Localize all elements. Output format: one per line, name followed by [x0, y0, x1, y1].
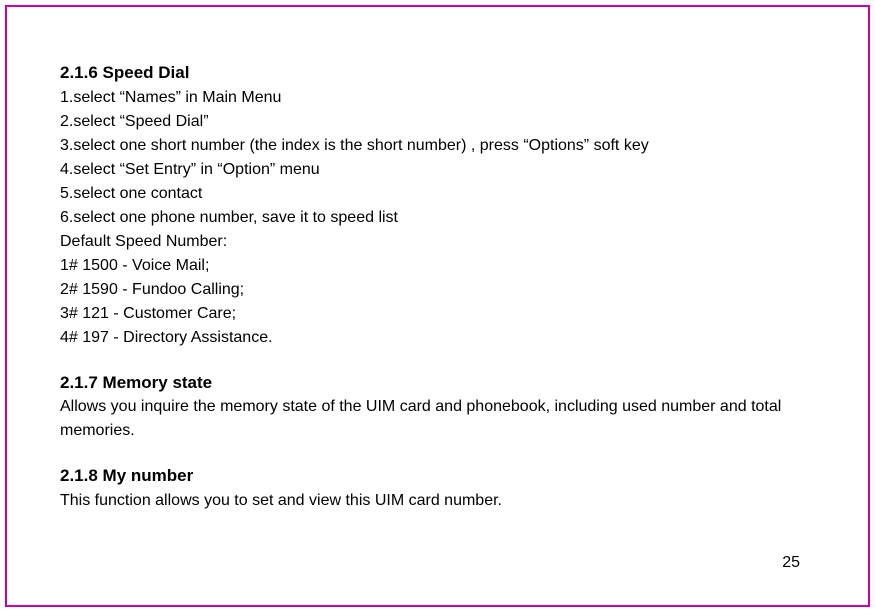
heading-my-number: 2.1.8 My number — [60, 463, 815, 489]
default-4: 4# 197 - Directory Assistance. — [60, 326, 815, 350]
page-number: 25 — [782, 554, 800, 572]
step-2: 2.select “Speed Dial” — [60, 110, 815, 134]
step-6: 6.select one phone number, save it to sp… — [60, 206, 815, 230]
default-speed-label: Default Speed Number: — [60, 230, 815, 254]
memory-state-body: Allows you inquire the memory state of t… — [60, 395, 815, 443]
step-5: 5.select one contact — [60, 182, 815, 206]
default-2: 2# 1590 - Fundoo Calling; — [60, 278, 815, 302]
spacer — [60, 350, 815, 370]
heading-speed-dial: 2.1.6 Speed Dial — [60, 60, 815, 86]
step-4: 4.select “Set Entry” in “Option” menu — [60, 158, 815, 182]
heading-memory-state: 2.1.7 Memory state — [60, 370, 815, 396]
my-number-body: This function allows you to set and view… — [60, 489, 815, 513]
default-3: 3# 121 - Customer Care; — [60, 302, 815, 326]
default-1: 1# 1500 - Voice Mail; — [60, 254, 815, 278]
page-content: 2.1.6 Speed Dial 1.select “Names” in Mai… — [60, 60, 815, 513]
step-3: 3.select one short number (the index is … — [60, 134, 815, 158]
step-1: 1.select “Names” in Main Menu — [60, 86, 815, 110]
spacer — [60, 443, 815, 463]
